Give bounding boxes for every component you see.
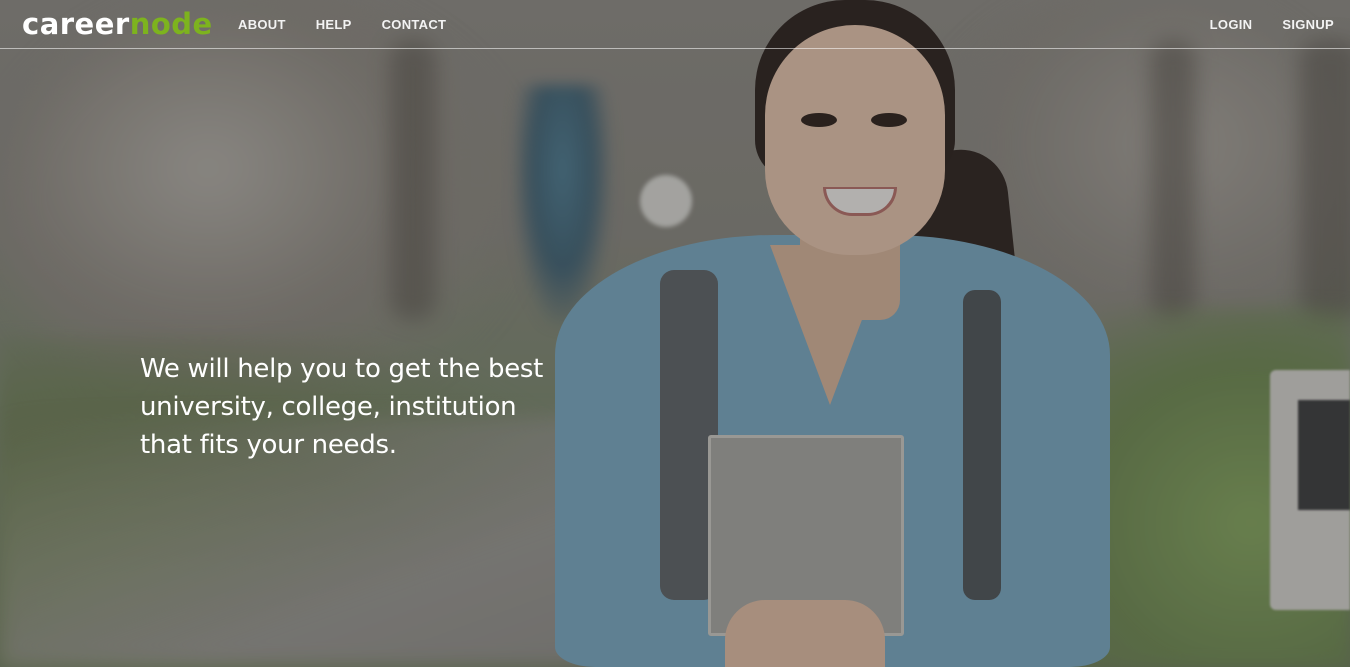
account-nav: LOGIN SIGNUP <box>1180 0 1334 49</box>
primary-nav: ABOUT HELP CONTACT <box>238 0 476 49</box>
nav-contact-link[interactable]: CONTACT <box>382 17 447 32</box>
nav-help-link[interactable]: HELP <box>316 17 352 32</box>
logo-text-node: node <box>129 7 213 41</box>
logo-text-career: career <box>22 7 130 41</box>
nav-about-link[interactable]: ABOUT <box>238 17 286 32</box>
image-dark-overlay <box>0 0 1350 667</box>
login-link[interactable]: LOGIN <box>1210 17 1253 32</box>
signup-link[interactable]: SIGNUP <box>1282 17 1334 32</box>
hero-headline: We will help you to get the best univers… <box>140 354 544 460</box>
top-navbar: career node ABOUT HELP CONTACT LOGIN SIGN… <box>0 0 1350 49</box>
careernode-logo[interactable]: career node <box>22 8 213 40</box>
